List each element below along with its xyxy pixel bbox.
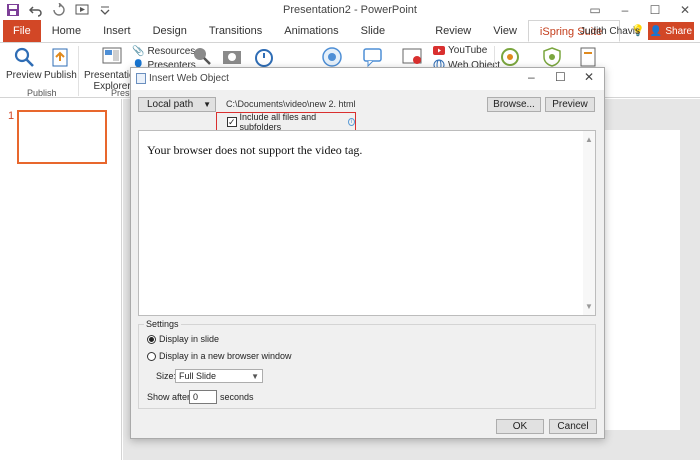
camera-icon xyxy=(223,51,241,64)
youtube-label: YouTube xyxy=(448,45,488,56)
preview-ribbon-button[interactable]: Preview xyxy=(6,45,42,81)
size-value: Full Slide xyxy=(179,371,217,381)
title-bar: Presentation2 - PowerPoint ▭ – ☐ ✕ xyxy=(0,0,700,20)
tab-animations[interactable]: Animations xyxy=(273,20,349,42)
quiz-icon xyxy=(501,48,519,66)
browse-button[interactable]: Browse... xyxy=(487,97,541,112)
cancel-button[interactable]: Cancel xyxy=(549,419,597,434)
source-type-dropdown[interactable]: Local path ▼ xyxy=(138,97,216,112)
preview-button[interactable]: Preview xyxy=(545,97,595,112)
display-in-slide-label: Display in slide xyxy=(159,334,220,344)
include-all-checkbox[interactable]: ✓ xyxy=(227,117,237,127)
size-label: Size: xyxy=(156,371,177,381)
screen-record-icon xyxy=(402,48,422,64)
slide-canvas[interactable] xyxy=(594,130,680,430)
settings-group: Settings Display in slide Display in a n… xyxy=(138,319,596,409)
youtube-button[interactable]: YouTube xyxy=(433,45,487,56)
publish-group-label: Publish xyxy=(27,88,57,98)
slide-thumbnail[interactable] xyxy=(17,110,107,164)
microphone-icon xyxy=(194,48,211,65)
vertical-scrollbar[interactable]: ▲ ▼ xyxy=(583,131,595,315)
chevron-down-icon: ▼ xyxy=(203,100,211,109)
person-icon: 👤 xyxy=(649,25,663,37)
include-all-files-option[interactable]: ✓ Include all files and subfolders i xyxy=(216,112,356,132)
display-in-slide-option[interactable]: Display in slide xyxy=(147,334,219,344)
chevron-down-icon: ▼ xyxy=(251,372,259,381)
web-object-icon xyxy=(136,73,146,84)
tab-view[interactable]: View xyxy=(482,20,528,42)
slide-number: 1 xyxy=(8,110,15,122)
display-new-window-label: Display in a new browser window xyxy=(159,351,292,361)
display-new-window-option[interactable]: Display in a new browser window xyxy=(147,351,292,361)
stopwatch-icon xyxy=(255,49,273,67)
show-after-label: Show after: xyxy=(147,392,193,402)
window-controls: ▭ – ☐ ✕ xyxy=(580,0,700,20)
publish-ribbon-label: Publish xyxy=(44,70,77,81)
paperclip-icon: 📎 xyxy=(132,46,145,57)
magnifier-icon xyxy=(14,47,34,67)
share-label: Share xyxy=(665,25,693,37)
insert-web-object-dialog: Insert Web Object – ☐ ✕ Local path ▼ C:\… xyxy=(130,67,605,439)
close-icon[interactable]: ✕ xyxy=(670,0,700,20)
tab-file[interactable]: File xyxy=(3,20,41,42)
tab-slide-show[interactable]: Slide Show xyxy=(350,20,425,59)
presentation-explorer-icon xyxy=(102,47,122,64)
scroll-down-icon[interactable]: ▼ xyxy=(585,302,593,311)
minimize-icon[interactable]: – xyxy=(610,0,640,20)
chat-icon xyxy=(363,48,382,68)
settings-legend: Settings xyxy=(144,319,181,329)
ribbon-separator xyxy=(78,46,79,96)
publish-ribbon-button[interactable]: Publish xyxy=(44,45,77,81)
seconds-label: seconds xyxy=(220,392,254,402)
minimize-icon[interactable]: – xyxy=(528,70,535,84)
show-after-input[interactable]: 0 xyxy=(189,390,217,404)
interaction-icon xyxy=(322,47,342,67)
source-type-label: Local path xyxy=(147,99,194,110)
tab-transitions[interactable]: Transitions xyxy=(198,20,273,42)
path-field[interactable]: C:\Documents\video\new 2. html xyxy=(223,97,481,112)
youtube-icon xyxy=(433,46,445,55)
preview-message: Your browser does not support the video … xyxy=(147,143,363,157)
share-button[interactable]: 👤 Share xyxy=(648,22,694,40)
size-dropdown[interactable]: Full Slide ▼ xyxy=(175,369,263,383)
display-in-slide-radio[interactable] xyxy=(147,334,156,344)
preview-ribbon-label: Preview xyxy=(6,70,42,81)
display-new-window-radio[interactable] xyxy=(147,351,156,361)
maximize-icon[interactable]: ☐ xyxy=(555,70,566,84)
maximize-icon[interactable]: ☐ xyxy=(640,0,670,20)
resources-label: Resources xyxy=(147,46,196,57)
web-preview-area[interactable]: Your browser does not support the video … xyxy=(138,130,596,316)
tab-home[interactable]: Home xyxy=(41,20,92,42)
include-all-label: Include all files and subfolders xyxy=(239,112,317,132)
scroll-up-icon[interactable]: ▲ xyxy=(585,135,593,144)
tab-insert[interactable]: Insert xyxy=(92,20,142,42)
publish-icon xyxy=(52,48,68,67)
close-icon[interactable]: ✕ xyxy=(584,70,594,84)
ribbon-display-icon[interactable]: ▭ xyxy=(580,0,610,20)
resources-button[interactable]: 📎 Resources xyxy=(132,46,195,57)
shield-icon xyxy=(543,47,561,67)
user-name[interactable]: Judith Chavis xyxy=(580,26,640,37)
tab-review[interactable]: Review xyxy=(424,20,482,42)
dialog-title-bar: Insert Web Object – ☐ ✕ xyxy=(131,68,604,90)
tab-design[interactable]: Design xyxy=(142,20,198,42)
dialog-title: Insert Web Object xyxy=(149,73,229,84)
document-icon xyxy=(580,47,596,67)
info-icon[interactable]: i xyxy=(347,118,355,126)
ok-button[interactable]: OK xyxy=(496,419,544,434)
